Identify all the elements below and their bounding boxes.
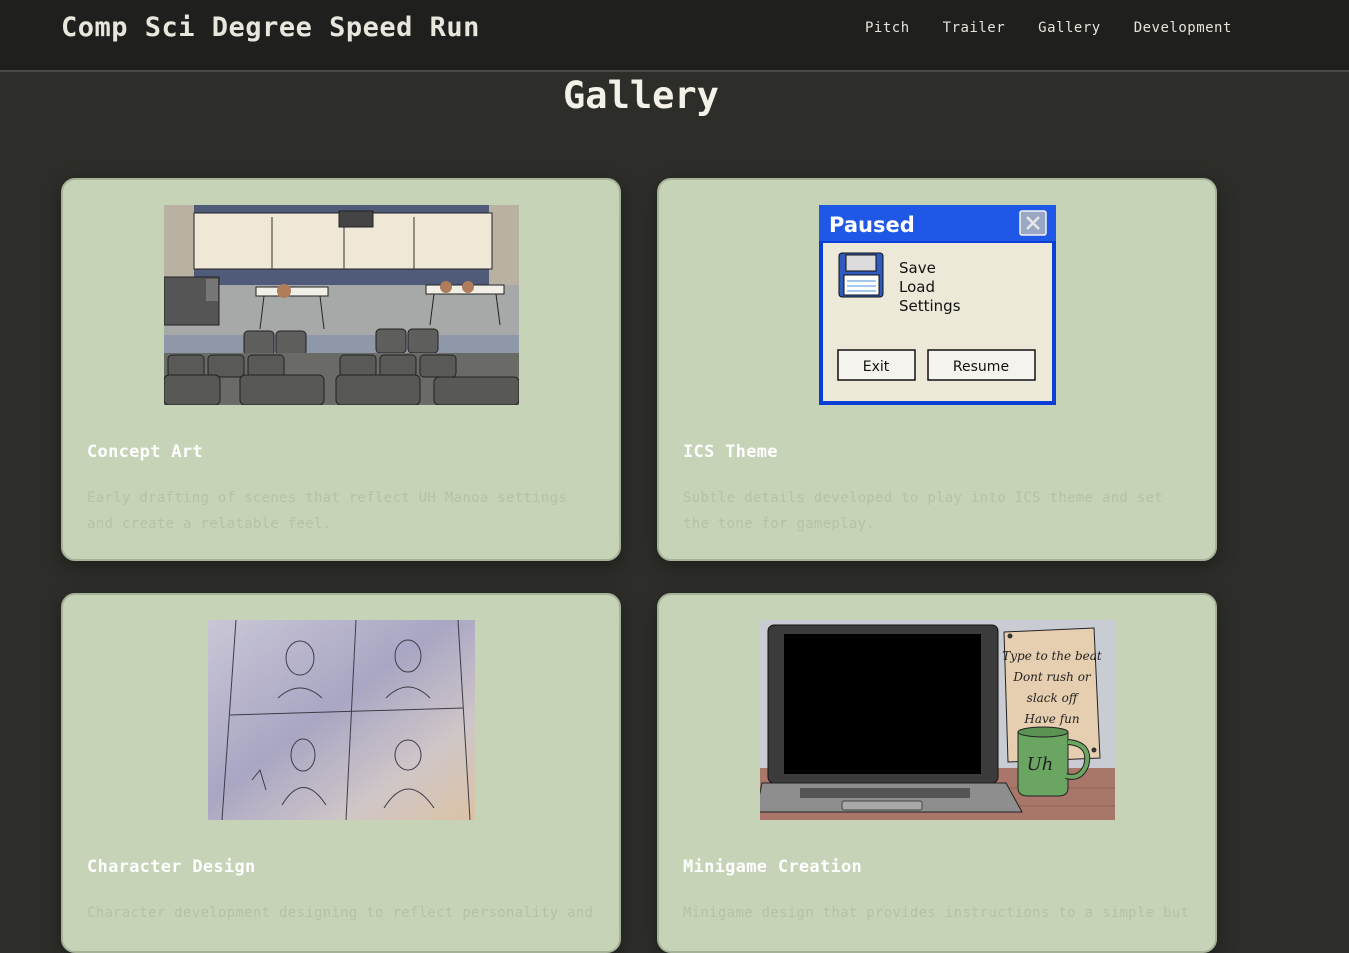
card-description: Subtle details developed to play into IC… [683, 490, 1164, 532]
dialog-resume-button: Resume [952, 359, 1008, 375]
page-title: Gallery [563, 74, 719, 117]
nav-link-development[interactable]: Development [1134, 20, 1232, 36]
floppy-disk-icon [838, 252, 883, 298]
card-title: Minigame Creation [683, 857, 863, 877]
gallery-card-ics-theme: Paused Save Load Settings Exit Resume IC… [657, 178, 1217, 561]
gallery-card-character-design: Character Design Character development d… [61, 593, 621, 953]
dialog-exit-button: Exit [862, 359, 889, 375]
dialog-title: Paused [829, 213, 915, 237]
gallery-card-minigame-creation: Type to the beat Dont rush or slack off … [657, 593, 1217, 953]
laptop-icon [759, 624, 1023, 813]
card-title: Concept Art [87, 442, 203, 462]
note-line-4: Have fun [1023, 712, 1079, 726]
menu-settings: Settings [899, 297, 961, 315]
card-title: ICS Theme [683, 442, 778, 462]
menu-load: Load [899, 278, 935, 296]
card-description: Minigame design that provides instructio… [683, 905, 1190, 921]
laptop-minigame-image: Type to the beat Dont rush or slack off … [759, 620, 1115, 820]
top-navbar: Comp Sci Degree Speed Run Pitch Trailer … [0, 0, 1349, 72]
menu-save: Save [899, 259, 936, 277]
gallery-card-concept-art: Concept Art Early drafting of scenes tha… [61, 178, 621, 561]
note-line-1: Type to the beat [1002, 649, 1102, 663]
card-description: Character development designing to refle… [87, 905, 594, 921]
character-sketch-image [207, 620, 475, 820]
nav-link-pitch[interactable]: Pitch [865, 20, 910, 36]
card-description: Early drafting of scenes that reflect UH… [87, 490, 568, 532]
card-title: Character Design [87, 857, 256, 877]
site-title-link[interactable]: Comp Sci Degree Speed Run [61, 12, 480, 43]
main-nav: Pitch Trailer Gallery Development [865, 20, 1265, 36]
mug-text: Uh [1026, 754, 1053, 775]
paused-dialog-image: Paused Save Load Settings Exit Resume [818, 205, 1056, 405]
note-line-3: slack off [1026, 691, 1079, 705]
nav-link-gallery[interactable]: Gallery [1038, 20, 1101, 36]
note-line-2: Dont rush or [1012, 670, 1092, 684]
nav-link-trailer[interactable]: Trailer [943, 20, 1006, 36]
classroom-concept-image [163, 205, 519, 405]
